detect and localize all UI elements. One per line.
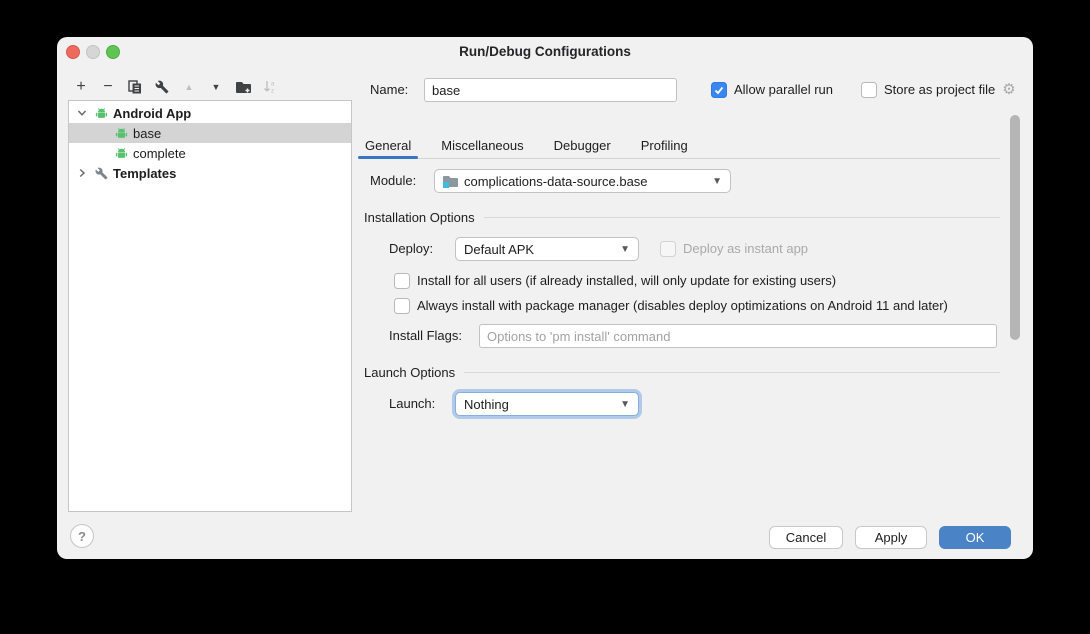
tree-item-label: complete bbox=[133, 146, 186, 161]
always-install-with-package-manager-checkbox[interactable] bbox=[394, 298, 410, 314]
tree-item-label: base bbox=[133, 126, 161, 141]
move-down-icon[interactable]: ▼ bbox=[208, 79, 224, 95]
copy-icon[interactable] bbox=[127, 79, 143, 95]
chevron-right-icon[interactable] bbox=[75, 168, 89, 178]
chevron-down-icon[interactable] bbox=[75, 108, 89, 118]
help-button[interactable]: ? bbox=[70, 524, 94, 548]
tab-general[interactable]: General bbox=[362, 132, 414, 158]
store-as-project-file-option: Store as project file ⚙ bbox=[861, 82, 1016, 98]
remove-icon[interactable]: − bbox=[100, 79, 116, 95]
tab-miscellaneous[interactable]: Miscellaneous bbox=[438, 132, 526, 158]
svg-text:z: z bbox=[271, 89, 274, 95]
module-value: complications-data-source.base bbox=[464, 174, 648, 189]
deploy-as-instant-app-checkbox bbox=[660, 241, 676, 257]
launch-dropdown[interactable]: Nothing ▼ bbox=[455, 392, 639, 416]
install-for-all-users-checkbox[interactable] bbox=[394, 273, 410, 289]
wrench-icon bbox=[95, 167, 108, 180]
apply-button[interactable]: Apply bbox=[855, 526, 927, 549]
store-as-project-file-label[interactable]: Store as project file bbox=[884, 82, 995, 98]
configurations-toolbar: + − ▲ ▼ a z bbox=[73, 77, 278, 97]
chevron-down-icon: ▼ bbox=[620, 244, 630, 255]
vertical-scrollbar-thumb[interactable] bbox=[1010, 115, 1020, 340]
section-divider bbox=[484, 217, 1000, 218]
always-install-with-package-manager-option: Always install with package manager (dis… bbox=[394, 298, 948, 314]
module-label: Module: bbox=[370, 169, 416, 193]
android-icon bbox=[115, 127, 128, 140]
deploy-value: Default APK bbox=[464, 242, 534, 257]
tab-debugger[interactable]: Debugger bbox=[551, 132, 614, 158]
configurations-tree: Android App base bbox=[68, 100, 352, 512]
launch-options-title: Launch Options bbox=[364, 365, 455, 380]
chevron-down-icon: ▼ bbox=[620, 399, 630, 410]
cancel-button[interactable]: Cancel bbox=[769, 526, 843, 549]
deploy-label: Deploy: bbox=[389, 237, 433, 261]
module-icon bbox=[443, 175, 458, 188]
section-divider bbox=[464, 372, 1000, 373]
ok-button[interactable]: OK bbox=[939, 526, 1011, 549]
deploy-as-instant-app-option: Deploy as instant app bbox=[660, 241, 808, 257]
allow-parallel-run-option: Allow parallel run bbox=[711, 82, 833, 98]
installation-options-title: Installation Options bbox=[364, 210, 475, 225]
name-label: Name: bbox=[370, 78, 408, 102]
svg-text:a: a bbox=[271, 82, 275, 88]
launch-label: Launch: bbox=[389, 392, 435, 416]
install-for-all-users-option: Install for all users (if already instal… bbox=[394, 273, 836, 289]
sort-alphabetically-icon: a z bbox=[262, 79, 278, 95]
deploy-as-instant-app-label: Deploy as instant app bbox=[683, 241, 808, 257]
allow-parallel-run-checkbox[interactable] bbox=[711, 82, 727, 98]
module-dropdown[interactable]: complications-data-source.base ▼ bbox=[434, 169, 731, 193]
launch-value: Nothing bbox=[464, 397, 509, 412]
android-icon bbox=[95, 107, 108, 120]
deploy-dropdown[interactable]: Default APK ▼ bbox=[455, 237, 639, 261]
add-icon[interactable]: + bbox=[73, 79, 89, 95]
always-install-with-package-manager-label[interactable]: Always install with package manager (dis… bbox=[417, 298, 948, 314]
settings-tabs: General Miscellaneous Debugger Profiling bbox=[362, 132, 1000, 159]
tree-item-templates[interactable]: Templates bbox=[69, 163, 351, 183]
tree-item-complete[interactable]: complete bbox=[69, 143, 351, 163]
gear-icon[interactable]: ⚙ bbox=[1002, 82, 1015, 98]
install-flags-label: Install Flags: bbox=[389, 324, 462, 348]
launch-options-section: Launch Options bbox=[364, 364, 1000, 380]
wrench-icon[interactable] bbox=[154, 79, 170, 95]
name-input[interactable] bbox=[424, 78, 677, 102]
install-flags-input[interactable] bbox=[479, 324, 997, 348]
dialog-buttons: Cancel Apply OK bbox=[769, 526, 1011, 549]
tree-item-base[interactable]: base bbox=[69, 123, 351, 143]
new-folder-icon[interactable] bbox=[235, 79, 251, 95]
tree-item-label: Templates bbox=[113, 166, 176, 181]
tab-profiling[interactable]: Profiling bbox=[638, 132, 691, 158]
chevron-down-icon: ▼ bbox=[712, 176, 722, 187]
tree-item-android-app[interactable]: Android App bbox=[69, 103, 351, 123]
move-up-icon: ▲ bbox=[181, 79, 197, 95]
window-title: Run/Debug Configurations bbox=[57, 37, 1033, 65]
android-icon bbox=[115, 147, 128, 160]
tree-item-label: Android App bbox=[113, 106, 191, 121]
titlebar[interactable]: Run/Debug Configurations bbox=[57, 37, 1033, 65]
install-for-all-users-label[interactable]: Install for all users (if already instal… bbox=[417, 273, 836, 289]
installation-options-section: Installation Options bbox=[364, 209, 1000, 225]
allow-parallel-run-label[interactable]: Allow parallel run bbox=[734, 82, 833, 98]
run-debug-configurations-dialog: Run/Debug Configurations + − ▲ ▼ bbox=[57, 37, 1033, 559]
store-as-project-file-checkbox[interactable] bbox=[861, 82, 877, 98]
